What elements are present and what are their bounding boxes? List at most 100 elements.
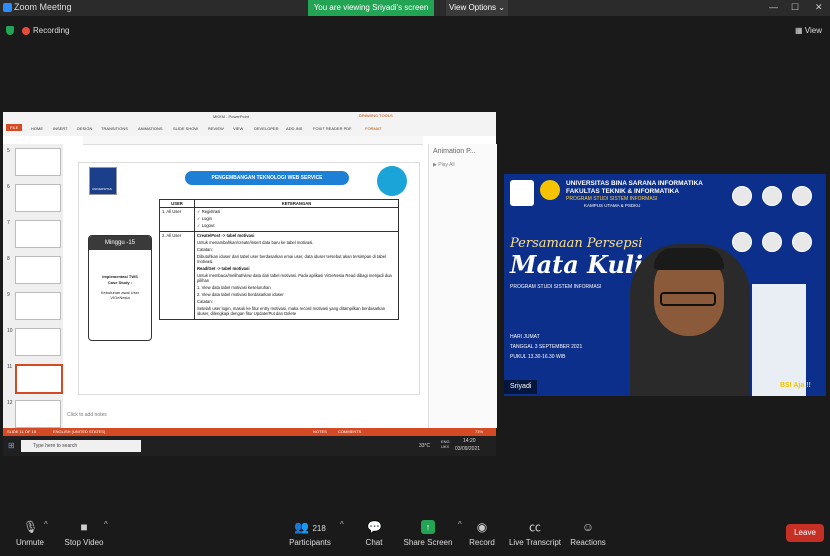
participants-label: Participants (289, 538, 331, 547)
event-program: PROGRAM STUDI SISTEM INFORMASI (510, 284, 602, 290)
notes-toggle[interactable]: NOTES (313, 429, 327, 434)
slide-thumbnail[interactable] (15, 220, 61, 248)
tab-developer[interactable]: DEVELOPER (254, 126, 278, 131)
list-item: ✓ Logout (197, 223, 215, 228)
speaker-photo (762, 232, 782, 252)
slide-thumbnail-selected[interactable] (15, 364, 63, 394)
list-item: ✓ Registrasi (197, 209, 221, 214)
video-options-caret[interactable]: ^ (104, 520, 108, 529)
event-date: TANGGAL 3 SEPTEMBER 2021 (510, 344, 583, 350)
participants-button[interactable]: 👥 218 Participants (280, 520, 340, 547)
col-keterangan: KETERANGAN (194, 199, 399, 208)
read-note: Setelah user login, masuk ke fitur entry… (197, 306, 386, 316)
record-label: Record (469, 538, 495, 547)
powerpoint-title: MKKM - PowerPoint (213, 114, 250, 119)
mic-muted-icon: 🎙 (23, 520, 39, 534)
create-desc: Untuk menambahkan/create/insert data bar… (197, 240, 314, 245)
smiley-icon: ☺ (581, 520, 595, 534)
language-status: ENGLISH (UNITED STATES) (53, 429, 106, 434)
windows-start-icon[interactable]: ⊞ (8, 441, 15, 450)
grid-icon: ▦ (795, 26, 805, 35)
notes-placeholder[interactable]: Click to add notes (67, 412, 107, 418)
row1-user: 1. All User (159, 207, 195, 232)
faculty-logo (540, 180, 560, 200)
clock-date: 03/09/2021 (455, 446, 481, 452)
ribbon: FILE HOME INSERT DESIGN TRANSITIONS ANIM… (3, 122, 496, 136)
slide-thumbnail[interactable] (15, 292, 61, 320)
audio-options-caret[interactable]: ^ (44, 520, 48, 529)
animation-pane-title: Animation P... (433, 148, 476, 155)
slide-thumbnail[interactable] (15, 184, 61, 212)
live-transcript-label: Live Transcript (508, 538, 562, 547)
ubsi-logo (510, 180, 534, 206)
tagline: BSI Aja !! (780, 382, 811, 389)
tab-slide-show[interactable]: SLIDE SHOW (173, 126, 198, 131)
stop-video-label: Stop Video (64, 538, 104, 547)
taskbar-search[interactable]: Type here to search (21, 440, 141, 452)
tab-file[interactable]: FILE (6, 124, 23, 131)
tab-review[interactable]: REVIEW (208, 126, 224, 131)
unmute-button[interactable]: 🎙 Unmute (0, 520, 60, 547)
item-login: Login (201, 216, 212, 221)
comments-toggle[interactable]: COMMENTS (338, 429, 361, 434)
slide-thumbnail[interactable] (15, 148, 61, 176)
thumb-number: 8 (7, 256, 10, 262)
speaker-photo (792, 232, 812, 252)
tab-insert[interactable]: INSERT (53, 126, 68, 131)
share-screen-icon: ↑ (421, 520, 435, 534)
tab-view[interactable]: VIEW (233, 126, 243, 131)
thumb-number: 6 (7, 184, 10, 190)
participant-video: UNIVERSITAS BINA SARANA INFORMATIKA FAKU… (504, 174, 826, 396)
tab-transitions[interactable]: TRANSITIONS (101, 126, 128, 131)
create-title: Create/Post -> tabel motivasi (197, 233, 255, 238)
record-button[interactable]: ◉ Record (452, 520, 512, 547)
thumb-number: 9 (7, 292, 10, 298)
share-screen-button[interactable]: ↑ Share Screen (398, 520, 458, 547)
tab-animations[interactable]: ANIMATIONS (138, 126, 163, 131)
view-label: View (804, 26, 822, 35)
event-time: PUKUL 13.30-16.30 WIB (510, 354, 566, 360)
leave-button[interactable]: Leave (786, 524, 824, 542)
campus-name: KAMPUS UTAMA & PSDKU (584, 203, 641, 208)
university-name: UNIVERSITAS BINA SARANA INFORMATIKA (566, 180, 703, 187)
presenter-hair (654, 248, 724, 270)
tab-add-ins[interactable]: ADD-INS (286, 126, 302, 131)
slide-thumbnail[interactable] (15, 328, 61, 356)
temperature: 33°C (419, 443, 431, 449)
week-card-title: Minggu -15 (89, 236, 151, 250)
slide-counter: SLIDE 11 OF 15 (7, 429, 37, 434)
presenter-glasses (660, 292, 716, 306)
play-all-button[interactable]: ▶ Play All (433, 162, 455, 168)
ruler (83, 136, 423, 145)
zoom-logo-icon (3, 3, 12, 12)
chat-button[interactable]: 💬 Chat (344, 520, 404, 547)
item-registrasi: Registrasi (201, 209, 221, 214)
live-transcript-button[interactable]: ㏄ Live Transcript (505, 520, 565, 547)
read-item: 2. View data tabel motivasi berdasarkan … (197, 292, 284, 297)
windows-taskbar: ⊞ Type here to search 33°C ENG UKX 14:20… (3, 436, 496, 456)
catatan-label: Catatan: (197, 299, 213, 304)
close-icon[interactable]: ✕ (815, 2, 823, 13)
thumb-number: 11 (7, 364, 13, 370)
participant-count: 218 (312, 524, 326, 533)
thumb-number: 10 (7, 328, 13, 334)
reactions-button[interactable]: ☺ Reactions (558, 520, 618, 547)
tab-home[interactable]: HOME (31, 126, 43, 131)
chevron-down-icon: ⌄ (498, 3, 505, 12)
catatan-label: Catatan: (197, 247, 213, 252)
slide-thumbnail[interactable] (15, 400, 61, 428)
recording-label: Recording (33, 26, 70, 35)
view-options-button[interactable]: View Options ⌄ (446, 0, 508, 16)
tab-design[interactable]: DESIGN (77, 126, 92, 131)
week-card-line2: Case Study : (107, 280, 133, 285)
thumb-number: 12 (7, 400, 13, 406)
slide-thumbnail[interactable] (15, 256, 61, 284)
week-card-line3: Kebutuhan awal User VIGeNesia (100, 290, 140, 300)
speaker-photo (732, 232, 752, 252)
view-button[interactable]: ▦ View (795, 26, 822, 35)
tab-format[interactable]: FORMAT (365, 126, 382, 131)
program-name: PROGRAM STUDI SISTEM INFORMASI (566, 196, 658, 202)
maximize-icon[interactable]: ☐ (791, 2, 799, 13)
tab-foxit[interactable]: FOXIT READER PDF (313, 126, 352, 131)
minimize-icon[interactable]: — (769, 2, 778, 12)
